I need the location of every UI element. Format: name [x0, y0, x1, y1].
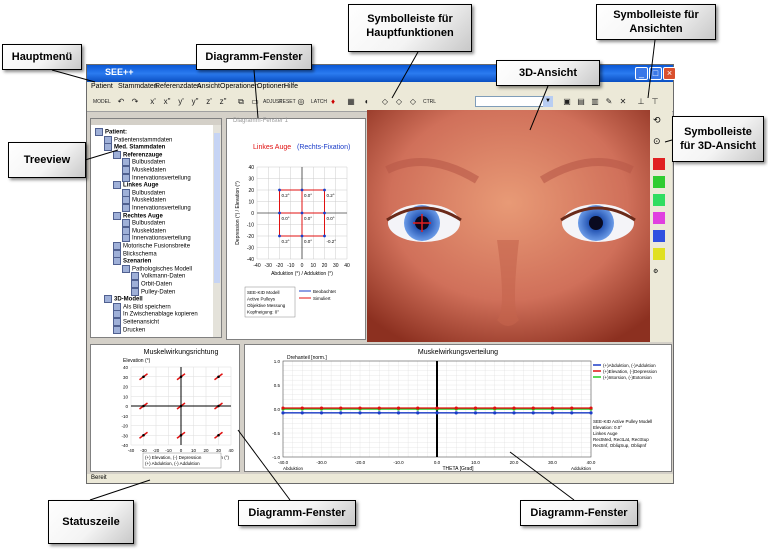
callout-treeview: Treeview: [8, 142, 86, 178]
callout-statuszeile: Statuszeile: [48, 500, 134, 544]
callout-3d-ansicht: 3D-Ansicht: [496, 60, 600, 86]
callout-diagramm-fenster-bottom-right: Diagramm-Fenster: [520, 500, 638, 526]
callout-lines: [51, 39, 673, 501]
callout-hauptfunktionen: Symbolleiste für Hauptfunktionen: [348, 4, 472, 52]
callout-ansichten: Symbolleiste für Ansichten: [596, 4, 716, 40]
callout-symbolleiste-3d: Symbolleiste für 3D-Ansicht: [672, 116, 764, 162]
callout-hauptmenue: Hauptmenü: [2, 44, 82, 70]
callout-diagramm-fenster-top: Diagramm-Fenster: [196, 44, 312, 70]
callout-diagramm-fenster-bottom-left: Diagramm-Fenster: [238, 500, 356, 526]
